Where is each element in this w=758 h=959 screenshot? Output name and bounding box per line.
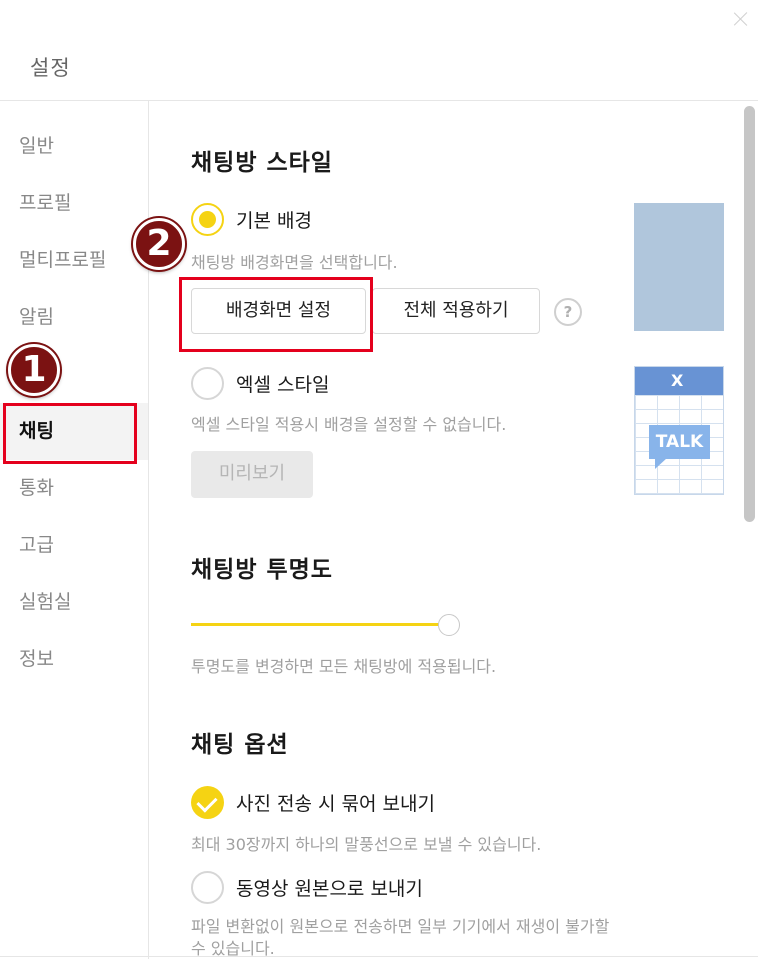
- transparency-heading: 채팅방 투명도: [191, 557, 333, 583]
- sidebar-item-general[interactable]: 일반: [0, 118, 148, 175]
- sidebar: 일반 프로필 멀티프로필 알림 채팅 통화 고급 실험실 정보: [0, 101, 149, 959]
- sidebar-item-lab[interactable]: 실험실: [0, 574, 148, 631]
- chat-options-heading: 채팅 옵션: [191, 732, 289, 758]
- transparency-desc: 투명도를 변경하면 모든 채팅방에 적용됩니다.: [191, 657, 497, 676]
- original-video-checkbox[interactable]: [191, 871, 224, 904]
- sidebar-item-multiprofile[interactable]: 멀티프로필: [0, 232, 148, 289]
- original-video-desc-line1: 파일 변환없이 원본으로 전송하면 일부 기기에서 재생이 불가할: [191, 917, 610, 936]
- sidebar-item-notifications[interactable]: 알림: [0, 289, 148, 346]
- step-badge-2: 2: [133, 218, 185, 270]
- excel-style-thumbnail: X TALK: [634, 366, 724, 495]
- default-bg-thumbnail: [634, 203, 724, 331]
- apply-all-button[interactable]: 전체 적용하기: [372, 288, 540, 334]
- default-bg-desc: 채팅방 배경화면을 선택합니다.: [191, 253, 398, 272]
- preview-button[interactable]: 미리보기: [191, 451, 313, 498]
- default-bg-label: 기본 배경: [236, 210, 312, 232]
- scrollbar[interactable]: [744, 106, 755, 522]
- sidebar-item-advanced[interactable]: 고급: [0, 517, 148, 574]
- excel-style-desc: 엑셀 스타일 적용시 배경을 설정할 수 없습니다.: [191, 415, 507, 434]
- sidebar-item-info[interactable]: 정보: [0, 631, 148, 688]
- settings-content: 채팅방 스타일 기본 배경 채팅방 배경화면을 선택합니다. 배경화면 설정 전…: [150, 101, 758, 959]
- step-badge-1: 1: [8, 344, 60, 396]
- bundle-photos-desc: 최대 30장까지 하나의 말풍선으로 보낼 수 있습니다.: [191, 835, 542, 854]
- default-bg-radio[interactable]: [191, 203, 224, 236]
- talk-bubble: TALK: [649, 425, 710, 459]
- set-background-button[interactable]: 배경화면 설정: [191, 288, 366, 334]
- bundle-photos-checkbox[interactable]: [191, 786, 224, 819]
- transparency-slider-track[interactable]: [191, 623, 449, 626]
- original-video-label: 동영상 원본으로 보내기: [236, 878, 423, 900]
- excel-style-label: 엑셀 스타일: [236, 374, 330, 396]
- bundle-photos-label: 사진 전송 시 묶어 보내기: [236, 793, 435, 815]
- bottom-divider: [0, 956, 758, 957]
- excel-style-radio[interactable]: [191, 367, 224, 400]
- excel-logo-icon: X: [671, 371, 684, 390]
- sidebar-item-profile[interactable]: 프로필: [0, 175, 148, 232]
- transparency-slider-handle[interactable]: [438, 614, 460, 636]
- chat-style-heading: 채팅방 스타일: [191, 150, 333, 176]
- talk-bubble-tail: [655, 458, 667, 469]
- window-title: 설정: [30, 56, 71, 80]
- sidebar-item-chat[interactable]: 채팅: [0, 403, 148, 460]
- help-icon[interactable]: ?: [554, 298, 582, 326]
- sidebar-item-call[interactable]: 통화: [0, 460, 148, 517]
- close-button[interactable]: [731, 9, 751, 29]
